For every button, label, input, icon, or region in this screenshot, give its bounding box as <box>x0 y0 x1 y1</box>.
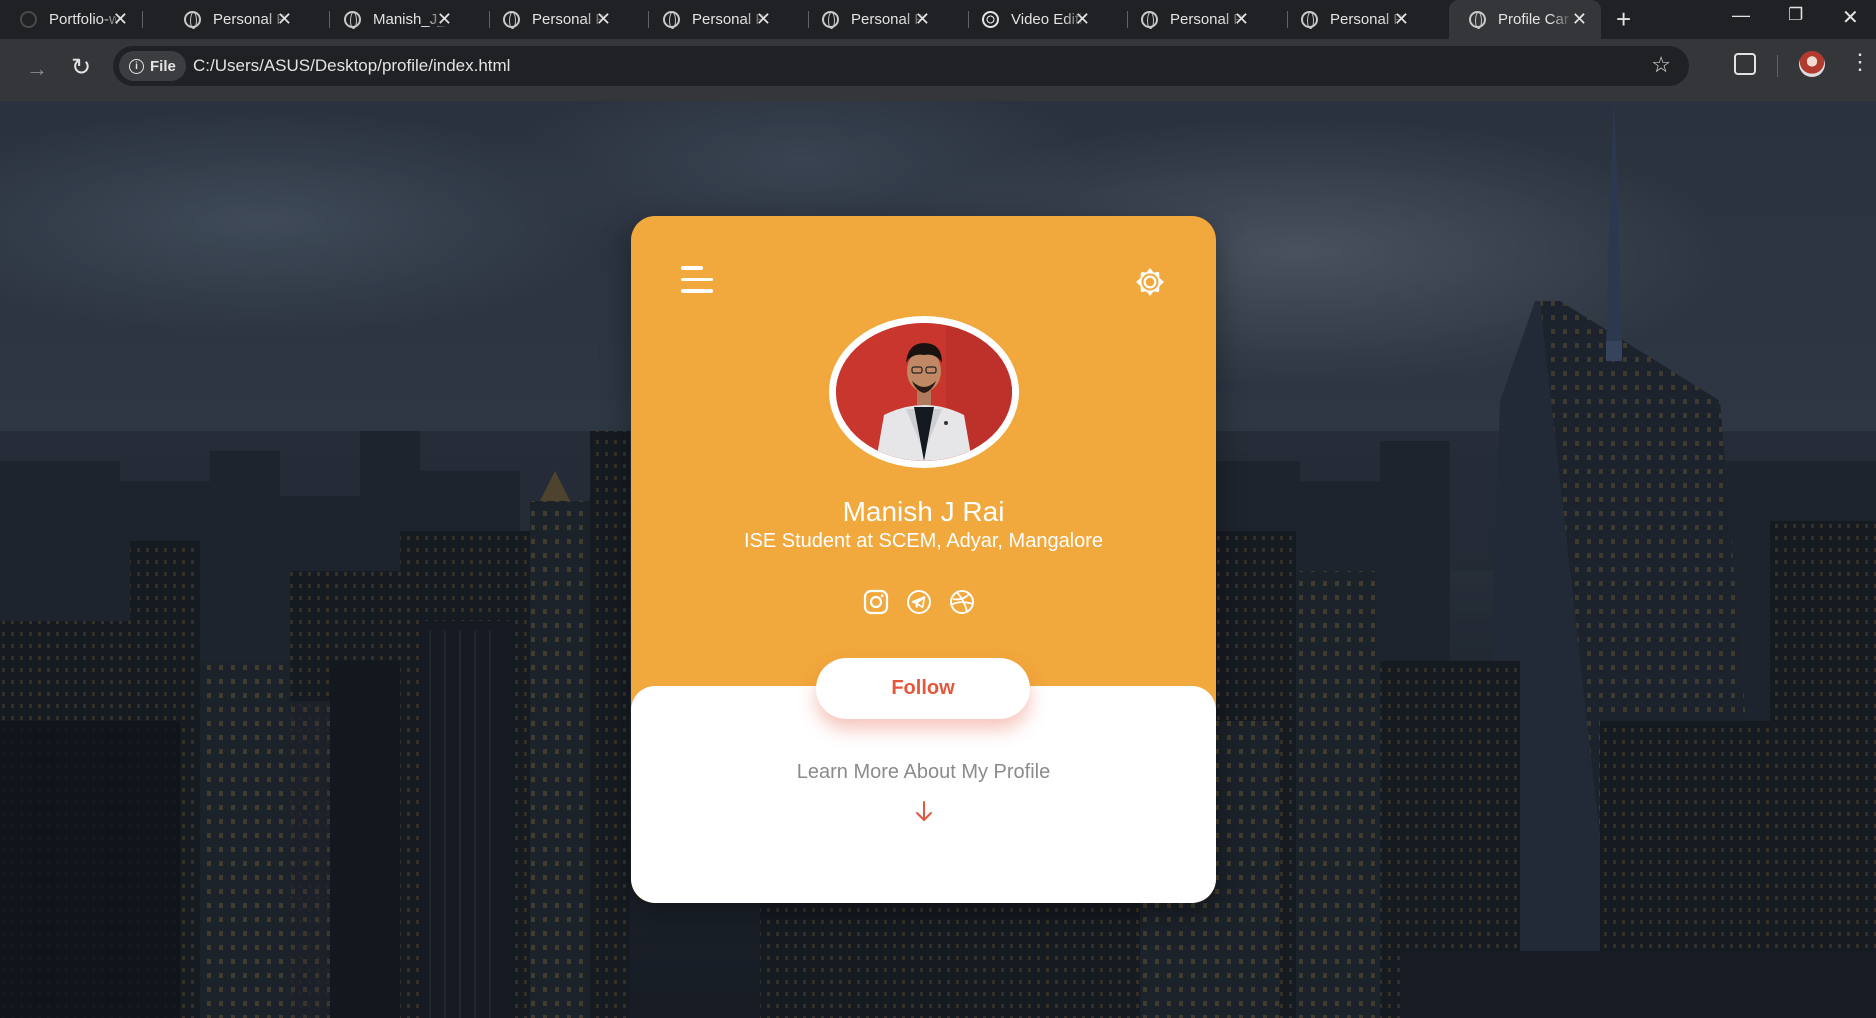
tab-7[interactable]: Personal P ✕ <box>1121 0 1263 39</box>
social-links <box>863 589 975 615</box>
dribbble-icon[interactable] <box>949 589 975 615</box>
profile-photo <box>829 316 1019 468</box>
sun-theme-toggle-icon[interactable] <box>1134 266 1166 298</box>
tab-1[interactable]: Personal P ✕ <box>164 0 306 39</box>
profile-portrait-image <box>836 323 1012 461</box>
reload-icon[interactable]: ↻ <box>71 53 91 82</box>
globe-icon <box>663 11 680 29</box>
github-icon <box>20 11 37 28</box>
tab-3[interactable]: Personal P ✕ <box>483 0 625 39</box>
address-bar[interactable]: i File C:/Users/ASUS/Desktop/profile/ind… <box>113 46 1689 86</box>
globe-icon <box>1141 11 1158 29</box>
profile-name: Manish J Rai <box>842 496 1005 527</box>
restore-icon[interactable]: ❐ <box>1788 5 1803 25</box>
page-viewport: Manish J Rai ISE Student at SCEM, Adyar,… <box>0 101 1876 1018</box>
globe-icon <box>1469 11 1486 29</box>
window-close-icon[interactable]: ✕ <box>1842 5 1859 30</box>
tab-6[interactable]: Video Editi ✕ <box>962 0 1104 39</box>
telegram-icon[interactable] <box>906 589 932 615</box>
close-icon[interactable]: ✕ <box>756 9 771 30</box>
url-text[interactable]: C:/Users/ASUS/Desktop/profile/index.html <box>193 56 510 76</box>
close-icon[interactable]: ✕ <box>1572 9 1587 30</box>
tab-divider <box>142 11 143 28</box>
profile-avatar[interactable] <box>1799 51 1825 77</box>
profile-card: Manish J Rai ISE Student at SCEM, Adyar,… <box>631 216 1216 903</box>
close-icon[interactable]: ✕ <box>596 9 611 30</box>
hamburger-menu-icon[interactable] <box>681 266 713 298</box>
arrow-down-icon[interactable] <box>913 800 935 824</box>
forward-icon[interactable]: → <box>26 56 48 82</box>
close-icon[interactable]: ✕ <box>1394 9 1409 30</box>
minimize-icon[interactable]: — <box>1732 5 1750 26</box>
globe-icon <box>344 11 361 29</box>
close-icon[interactable]: ✕ <box>437 9 452 30</box>
globe-icon <box>822 11 839 29</box>
tab-strip: Portfolio-w ✕ Personal P ✕ Manish_J_R ✕ … <box>0 0 1876 39</box>
browser-toolbar: → ↻ i File C:/Users/ASUS/Desktop/profile… <box>0 39 1876 101</box>
close-icon[interactable]: ✕ <box>1075 9 1090 30</box>
tab-5[interactable]: Personal P ✕ <box>802 0 944 39</box>
close-icon[interactable]: ✕ <box>113 9 128 30</box>
globe-icon <box>184 11 201 29</box>
close-icon[interactable]: ✕ <box>915 9 930 30</box>
instagram-icon[interactable] <box>863 589 889 615</box>
globe-icon <box>1301 11 1318 29</box>
spiral-icon <box>982 11 999 28</box>
tab-4[interactable]: Personal P ✕ <box>643 0 785 39</box>
profile-subtitle: ISE Student at SCEM, Adyar, Mangalore <box>743 530 1104 552</box>
info-icon: i <box>129 58 144 74</box>
tab-8[interactable]: Personal P ✕ <box>1281 0 1423 39</box>
tab-title: Profile Car <box>1498 11 1569 28</box>
toolbar-divider <box>1777 55 1778 77</box>
new-tab-button[interactable]: + <box>1616 4 1631 35</box>
tab-0[interactable]: Portfolio-w ✕ <box>0 0 142 39</box>
globe-icon <box>503 11 520 29</box>
bookmark-star-icon[interactable]: ☆ <box>1651 52 1671 78</box>
chip-label: File <box>150 57 176 75</box>
site-info-chip[interactable]: i File <box>119 51 186 81</box>
extensions-icon[interactable] <box>1734 53 1756 75</box>
follow-button[interactable]: Follow <box>816 658 1030 719</box>
menu-kebab-icon[interactable]: ⋮ <box>1849 51 1871 73</box>
close-icon[interactable]: ✕ <box>1234 9 1249 30</box>
close-icon[interactable]: ✕ <box>277 9 292 30</box>
tab-active[interactable]: Profile Car ✕ <box>1449 0 1601 39</box>
learn-more-link[interactable]: Learn More About My Profile <box>631 761 1216 784</box>
tab-2[interactable]: Manish_J_R ✕ <box>324 0 466 39</box>
